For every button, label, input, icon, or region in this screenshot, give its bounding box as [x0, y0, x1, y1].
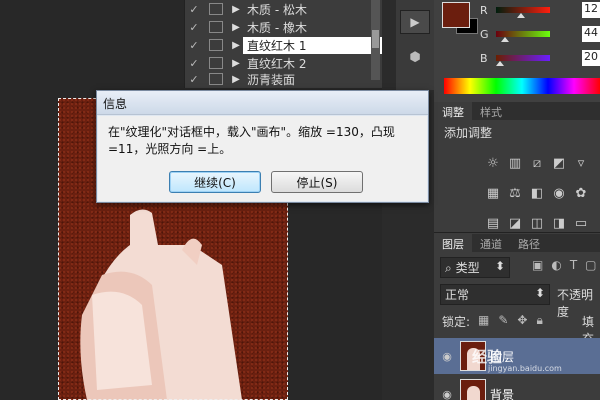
- document-icon: [209, 57, 223, 69]
- model-image: [80, 209, 242, 400]
- dialog-title[interactable]: 信息: [97, 91, 428, 115]
- watermark-url: jingyan.baidu.com: [488, 364, 562, 373]
- tab-styles[interactable]: 样式: [472, 102, 510, 120]
- scrollbar-thumb[interactable]: [372, 30, 379, 48]
- tab-channels[interactable]: 通道: [472, 234, 510, 252]
- layer-thumbnail: [460, 379, 486, 400]
- blue-value-input[interactable]: 20: [582, 50, 600, 66]
- list-item-label: 木质 - 松木: [247, 2, 307, 17]
- slider-knob[interactable]: [501, 37, 510, 42]
- blue-slider[interactable]: B 20: [480, 50, 600, 66]
- layer-row[interactable]: ◉ 背景: [434, 376, 600, 400]
- lock-icon[interactable]: 🔒︎: [536, 313, 542, 328]
- channel-label: B: [480, 52, 488, 65]
- photo-filter-icon[interactable]: ◉: [548, 178, 570, 208]
- search-icon: ⌕: [445, 261, 452, 275]
- scrollbar[interactable]: [371, 0, 380, 80]
- dialog-message: 在"纹理化"对话框中，载入"画布"。缩放 =130，凸现 =11，光照方向 =上…: [108, 125, 395, 156]
- texture-list: ✓ ▶ 木质 - 松木 ✓ ▶ 木质 - 橡木 ✓ ▶ 直纹红木 1 ✓ ▶ 直…: [184, 0, 382, 88]
- red-slider[interactable]: R 12: [480, 2, 600, 18]
- chevron-down-icon: ⬍: [494, 259, 505, 273]
- triangle-right-icon[interactable]: ▶: [229, 22, 243, 33]
- green-slider[interactable]: G 44: [480, 26, 600, 42]
- layer-filter-select[interactable]: ⌕ 类型 ⬍: [440, 257, 510, 278]
- red-value-input[interactable]: 12: [582, 2, 600, 18]
- document-icon: [209, 3, 223, 15]
- eye-icon[interactable]: ◉: [434, 350, 460, 363]
- adjustments-tabs: 调整 样式: [434, 102, 600, 120]
- color-balance-icon[interactable]: ⚖: [504, 178, 526, 208]
- list-item-label: 沥青装面: [247, 72, 296, 87]
- slider-knob[interactable]: [517, 13, 526, 18]
- eye-icon[interactable]: ◉: [434, 388, 460, 400]
- lock-label: 锁定:: [442, 315, 471, 329]
- triangle-right-icon[interactable]: ▶: [229, 58, 243, 69]
- blend-mode-value: 正常: [445, 288, 470, 302]
- adjustment-filter-icon[interactable]: ◐: [551, 258, 561, 272]
- brightness-icon[interactable]: ☼: [482, 148, 504, 178]
- exposure-icon[interactable]: ◩: [548, 148, 570, 178]
- channel-mixer-icon[interactable]: ✿: [570, 178, 592, 208]
- layers-tabs: 图层 通道 路径: [434, 234, 600, 252]
- list-item-label: 直纹红木 2: [247, 56, 307, 71]
- checkmark-icon[interactable]: ✓: [185, 21, 203, 34]
- list-item[interactable]: ✓ ▶ 木质 - 松木: [185, 0, 382, 18]
- green-value-input[interactable]: 44: [582, 26, 600, 42]
- cube-icon[interactable]: ⬢: [405, 50, 425, 70]
- document-icon: [209, 73, 223, 85]
- adjustments-title: 添加调整: [444, 126, 493, 140]
- curves-icon[interactable]: ⧄: [526, 148, 548, 178]
- channel-label: R: [480, 4, 488, 17]
- chevron-down-icon: ⬍: [534, 286, 545, 300]
- document-icon: [209, 21, 223, 33]
- list-item[interactable]: ✓ ▶ 直纹红木 2: [185, 54, 382, 72]
- checkmark-icon[interactable]: ✓: [185, 73, 203, 86]
- continue-button[interactable]: 继续(C): [169, 171, 261, 193]
- type-filter-icon[interactable]: T: [570, 258, 577, 272]
- black-white-icon[interactable]: ◧: [526, 178, 548, 208]
- slider-knob[interactable]: [496, 61, 505, 66]
- brush-icon[interactable]: ✎: [498, 313, 508, 328]
- list-item-label: 直纹红木 1: [243, 36, 382, 54]
- layer-name: 背景: [490, 387, 515, 400]
- adjustment-icons: ☼ ▥ ⧄ ◩ ▿ ▦ ⚖ ◧ ◉ ✿ ▤ ◪ ◫ ◨ ▭: [482, 148, 600, 238]
- play-icon: ▶: [410, 15, 420, 29]
- foreground-color-swatch[interactable]: [442, 2, 470, 28]
- triangle-right-icon[interactable]: ▶: [229, 40, 243, 51]
- play-button[interactable]: ▶: [400, 10, 430, 34]
- image-filter-icon[interactable]: ▣: [532, 258, 543, 272]
- info-dialog: 信息 在"纹理化"对话框中，载入"画布"。缩放 =130，凸现 =11，光照方向…: [96, 90, 429, 203]
- tab-layers[interactable]: 图层: [434, 234, 472, 252]
- triangle-right-icon[interactable]: ▶: [229, 4, 243, 15]
- photoshop-window: ✓ ▶ 木质 - 松木 ✓ ▶ 木质 - 橡木 ✓ ▶ 直纹红木 1 ✓ ▶ 直…: [0, 0, 600, 400]
- lock-transparent-icon[interactable]: ▦: [478, 313, 489, 328]
- tab-adjustments[interactable]: 调整: [434, 102, 472, 120]
- checkmark-icon[interactable]: ✓: [185, 39, 203, 52]
- dialog-body: 在"纹理化"对话框中，载入"画布"。缩放 =130，凸现 =11，光照方向 =上…: [98, 116, 427, 201]
- vibrance-icon[interactable]: ▿: [570, 148, 592, 178]
- document-icon: [209, 39, 223, 51]
- color-spectrum[interactable]: [444, 78, 600, 94]
- triangle-right-icon[interactable]: ▶: [229, 74, 243, 85]
- list-item[interactable]: ✓ ▶ 沥青装面: [185, 72, 382, 87]
- filter-kind-label: 类型: [455, 261, 480, 275]
- shape-filter-icon[interactable]: ▢: [585, 258, 596, 272]
- stop-button[interactable]: 停止(S): [271, 171, 363, 193]
- list-item-label: 木质 - 橡木: [247, 20, 307, 35]
- layer-filter-icons: ▣ ◐ T ▢: [532, 258, 597, 272]
- move-icon[interactable]: ✥: [517, 313, 527, 328]
- lock-icons: ▦ ✎ ✥ 🔒︎: [478, 313, 543, 328]
- checkmark-icon[interactable]: ✓: [185, 3, 203, 16]
- list-item-selected[interactable]: ✓ ▶ 直纹红木 1: [185, 36, 382, 54]
- channel-label: G: [480, 28, 489, 41]
- checkmark-icon[interactable]: ✓: [185, 57, 203, 70]
- hue-saturation-icon[interactable]: ▦: [482, 178, 504, 208]
- list-item[interactable]: ✓ ▶ 木质 - 橡木: [185, 18, 382, 36]
- tab-paths[interactable]: 路径: [510, 234, 548, 252]
- levels-icon[interactable]: ▥: [504, 148, 526, 178]
- blend-mode-select[interactable]: 正常 ⬍: [440, 284, 550, 305]
